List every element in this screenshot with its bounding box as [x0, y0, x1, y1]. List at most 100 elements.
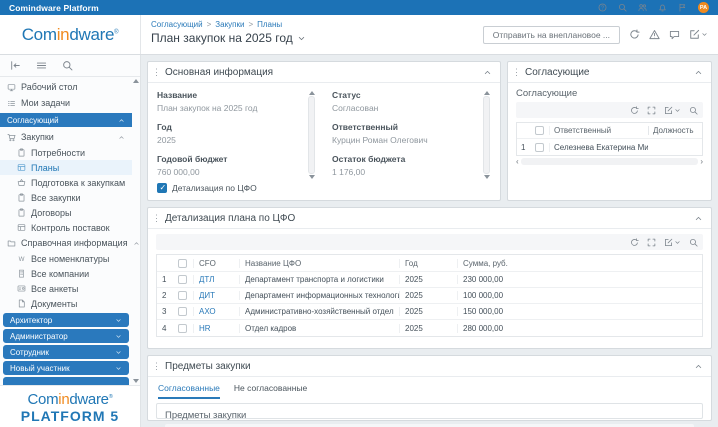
sidebar-menu-icon[interactable] — [36, 60, 47, 71]
w-icon — [17, 254, 26, 263]
sidebar-item-purchase-prep[interactable]: Подготовка к закупкам — [0, 175, 132, 190]
sidebar-role-administrator[interactable]: Администратор — [3, 329, 129, 343]
collapse-panel-icon[interactable] — [694, 68, 703, 77]
sidebar-item-desktop[interactable]: Рабочий стол — [0, 79, 132, 95]
app-title: Comindware Platform — [9, 2, 99, 13]
sidebar-role-employee[interactable]: Сотрудник — [3, 345, 129, 359]
tab-not-approved[interactable]: Не согласованные — [234, 383, 307, 399]
sidebar-group-purchases[interactable]: Закупки — [0, 129, 132, 145]
row-checkbox[interactable] — [178, 291, 187, 300]
edit-menu-button[interactable] — [664, 106, 681, 115]
scroll-down-icon[interactable] — [132, 379, 139, 383]
sidebar-search-icon[interactable] — [62, 60, 73, 71]
collapse-panel-icon[interactable] — [694, 362, 703, 371]
refresh-icon[interactable] — [629, 29, 640, 40]
field-value: 2025 — [157, 135, 176, 145]
sidebar-scrollbar[interactable] — [132, 79, 139, 383]
chevron-up-icon — [118, 117, 125, 124]
edit-menu-button[interactable] — [664, 238, 681, 247]
sidebar-role-architect[interactable]: Архитектор — [3, 313, 129, 327]
scroll-up-icon[interactable] — [132, 79, 139, 83]
drag-handle-icon[interactable]: ⋮ — [152, 361, 161, 371]
search-icon[interactable] — [689, 238, 698, 247]
column-header[interactable]: Год — [399, 258, 457, 268]
table-row[interactable]: 4 HR Отдел кадров 2025 280 000,00 — [157, 320, 702, 336]
select-all-checkbox[interactable] — [178, 258, 187, 268]
sidebar-role-approver[interactable]: Согласующий — [0, 113, 132, 127]
collapse-panel-icon[interactable] — [694, 214, 703, 223]
sidebar-item-companies[interactable]: Все компании — [0, 266, 132, 281]
chevron-down-icon — [115, 349, 122, 356]
app-logo[interactable]: Comindware® — [0, 15, 141, 54]
breadcrumb-link[interactable]: Закупки — [215, 20, 244, 29]
column-header[interactable]: Ответственный — [549, 126, 648, 135]
cfo-detail-checkbox[interactable] — [157, 183, 167, 193]
expand-icon[interactable] — [647, 106, 656, 115]
users-icon[interactable] — [638, 3, 647, 12]
page-title-chevron-icon[interactable] — [297, 34, 306, 43]
sidebar-item-plans[interactable]: Планы — [0, 160, 132, 175]
sidebar-role-partial[interactable] — [3, 377, 129, 385]
breadcrumb-link[interactable]: Планы — [257, 20, 282, 29]
cfo-link[interactable]: АХО — [199, 307, 216, 316]
drag-handle-icon[interactable]: ⋮ — [152, 213, 161, 223]
sidebar-collapse-icon[interactable] — [10, 60, 21, 71]
refresh-icon[interactable] — [630, 105, 639, 115]
sidebar-group-reference-info[interactable]: Справочная информация — [0, 235, 139, 251]
row-checkbox[interactable] — [535, 142, 544, 152]
cfo-link[interactable]: ДИТ — [199, 291, 215, 300]
sidebar-item-contracts[interactable]: Договоры — [0, 205, 132, 220]
help-icon[interactable] — [598, 3, 607, 12]
cfo-link[interactable]: ДТЛ — [199, 275, 214, 284]
scroll-left-icon[interactable]: ‹ — [516, 157, 519, 166]
bell-icon[interactable] — [658, 3, 667, 12]
sidebar-item-documents[interactable]: Документы — [0, 296, 132, 311]
scrollbar-horizontal[interactable]: ‹ › — [516, 157, 703, 166]
table-row[interactable]: 3 АХО Административно-хозяйственный отде… — [157, 304, 702, 320]
cell-name: Отдел кадров — [239, 323, 399, 333]
column-header[interactable]: CFO — [193, 258, 239, 268]
row-checkbox[interactable] — [178, 307, 187, 316]
cfo-link[interactable]: HR — [199, 324, 211, 333]
sidebar-item-questionnaires[interactable]: Все анкеты — [0, 281, 132, 296]
table-row[interactable]: 2 ДИТ Департамент информационных техноло… — [157, 288, 702, 304]
collapse-panel-icon[interactable] — [483, 68, 492, 77]
avatar[interactable]: РА — [698, 2, 709, 13]
comment-icon[interactable] — [669, 29, 680, 40]
search-icon[interactable] — [618, 3, 627, 12]
refresh-icon[interactable] — [630, 237, 639, 247]
sidebar-role-new-member[interactable]: Новый участник — [3, 361, 129, 375]
scroll-right-icon[interactable]: › — [700, 157, 703, 166]
scrollbar-vertical[interactable] — [307, 91, 316, 179]
warning-icon[interactable] — [649, 29, 660, 40]
send-unscheduled-button[interactable]: Отправить на внеплановое ... — [482, 25, 620, 44]
expand-icon[interactable] — [647, 238, 656, 247]
row-checkbox[interactable] — [178, 275, 187, 284]
checkbox-label: Детализация по ЦФО — [172, 183, 257, 193]
clipboard-icon — [17, 193, 26, 202]
scrollbar-vertical[interactable] — [482, 91, 491, 179]
edit-menu-button[interactable] — [689, 29, 708, 40]
table-row[interactable]: 1 Селезнева Екатерина Миха... — [517, 139, 702, 155]
flag-icon[interactable] — [678, 3, 687, 12]
panel-approvers: ⋮ Согласующие Согласующие Ответственный … — [507, 61, 712, 201]
select-all-checkbox[interactable] — [535, 126, 544, 135]
folder-icon — [7, 239, 16, 248]
row-checkbox[interactable] — [178, 323, 187, 333]
column-header[interactable]: Должность — [648, 126, 702, 135]
sidebar-item-my-tasks[interactable]: Мои задачи — [0, 95, 132, 111]
sidebar-item-nomenclatures[interactable]: Все номенклатуры — [0, 251, 132, 266]
column-header[interactable]: Сумма, руб. — [457, 258, 702, 268]
tab-approved[interactable]: Согласованные — [158, 383, 220, 399]
sidebar-item-supply-control[interactable]: Контроль поставок — [0, 220, 132, 235]
cell-name: Департамент транспорта и логистики — [239, 275, 399, 284]
column-header[interactable]: Название ЦФО — [239, 258, 399, 268]
breadcrumb-link[interactable]: Согласующий — [151, 20, 203, 29]
sidebar-item-needs[interactable]: Потребности — [0, 145, 132, 160]
table-row[interactable]: 1 ДТЛ Департамент транспорта и логистики… — [157, 272, 702, 288]
sidebar-item-all-purchases[interactable]: Все закупки — [0, 190, 132, 205]
drag-handle-icon[interactable]: ⋮ — [152, 67, 161, 77]
drag-handle-icon[interactable]: ⋮ — [512, 67, 521, 77]
page-title: План закупок на 2025 год — [151, 31, 473, 45]
search-icon[interactable] — [689, 106, 698, 115]
